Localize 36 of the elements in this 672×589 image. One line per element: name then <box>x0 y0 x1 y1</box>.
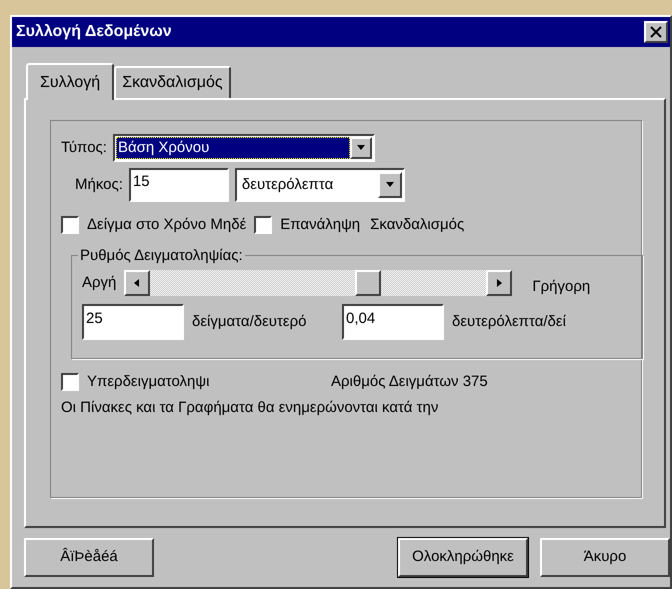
scroll-right-button[interactable] <box>486 270 512 296</box>
rate-unit: δείγματα/δευτερό <box>192 312 308 332</box>
checkbox[interactable] <box>61 372 79 391</box>
unit-dropdown[interactable]: δευτερόλεπτα <box>234 168 405 202</box>
update-note: Οι Πίνακες και τα Γραφήματα θα ενημερώνονται κατά την <box>61 398 440 418</box>
dialog-button[interactable]: Ολοκληρώθηκε <box>398 538 528 577</box>
dropdown-arrow-button[interactable] <box>378 172 402 198</box>
scroll-left-button[interactable] <box>124 270 150 296</box>
type-dropdown[interactable]: Βάση Χρόνου <box>112 134 375 162</box>
window-title: Συλλογή Δεδομένων <box>16 22 172 42</box>
tab[interactable]: Συλλογή <box>26 63 114 100</box>
tab[interactable]: Σκανδαλισμός <box>114 66 231 98</box>
fast-label: Γρήγορη <box>532 276 590 296</box>
rate-input[interactable]: 25 <box>82 304 184 340</box>
checkbox-label: Επανάληψη <box>280 215 360 235</box>
close-icon <box>650 26 662 38</box>
checkbox[interactable] <box>61 216 79 234</box>
checkbox[interactable] <box>254 216 272 234</box>
checkbox-label: Δείγμα στο Χρόνο Μηδέ <box>87 215 246 235</box>
slider-thumb[interactable] <box>354 270 381 296</box>
unit-value: δευτερόλεπτα <box>240 174 334 195</box>
checkbox-label: Υπερδειγματοληψι <box>87 372 210 392</box>
period-input[interactable]: 0,04 <box>342 304 444 340</box>
dropdown-arrow-button[interactable] <box>350 137 372 159</box>
close-button[interactable] <box>644 21 668 43</box>
length-label: Μήκος: <box>75 174 123 195</box>
length-input[interactable]: 15 <box>128 168 229 202</box>
option-note: Σκανδαλισμός <box>370 215 464 235</box>
dialog-button[interactable]: ÂïÞèåéá <box>24 538 154 577</box>
sample-count: Αριθμός Δειγμάτων 375 <box>331 372 488 392</box>
slow-label: Αργή <box>82 272 116 292</box>
dialog-button[interactable]: Άκυρο <box>540 538 670 577</box>
period-unit: δευτερόλεπτα/δεί <box>452 312 566 332</box>
right-arrow-icon <box>494 278 504 288</box>
type-value: Βάση Χρόνου <box>116 137 350 159</box>
type-label: Τύπος: <box>61 138 107 158</box>
